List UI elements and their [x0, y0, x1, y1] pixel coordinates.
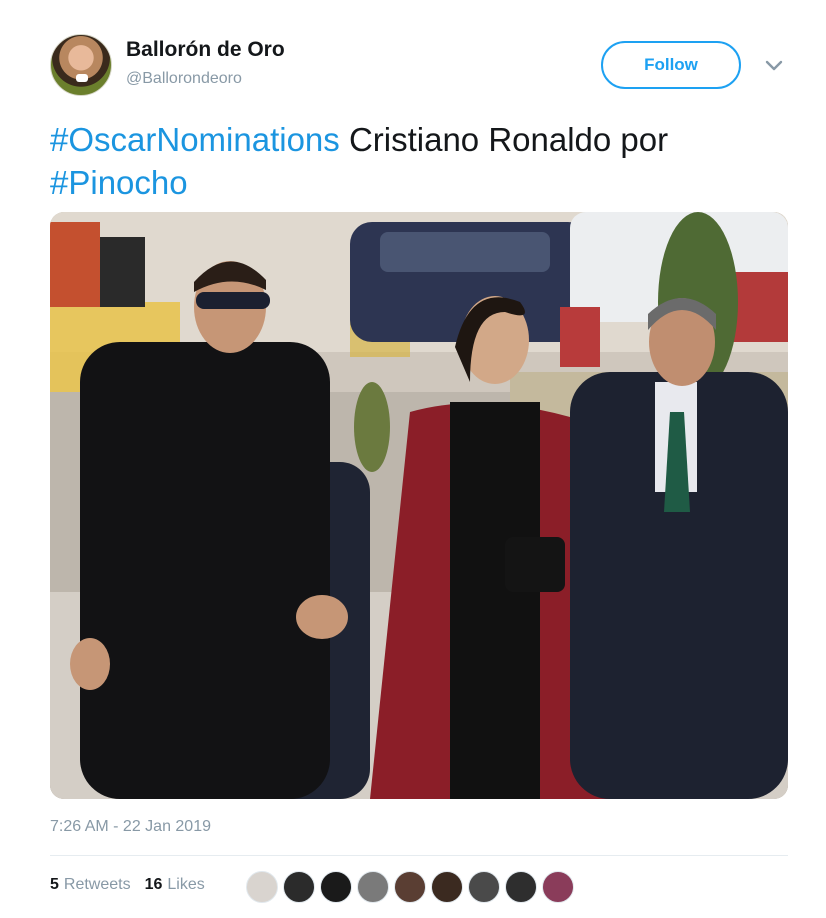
liker-avatar[interactable]: [283, 871, 315, 903]
liker-avatar[interactable]: [394, 871, 426, 903]
avatar[interactable]: [50, 34, 112, 96]
tweet-body: Cristiano Ronaldo por: [339, 121, 669, 158]
photo-image: [50, 212, 788, 799]
liker-avatar[interactable]: [468, 871, 500, 903]
hashtag-link[interactable]: #Pinocho: [50, 164, 188, 201]
divider: [50, 855, 788, 856]
liker-avatar[interactable]: [431, 871, 463, 903]
user-handle[interactable]: @Ballorondeoro: [126, 70, 242, 88]
liker-avatar[interactable]: [357, 871, 389, 903]
retweets-label: Retweets: [63, 876, 131, 893]
liker-avatar[interactable]: [246, 871, 278, 903]
tweet-photo[interactable]: [50, 212, 788, 799]
hashtag-link[interactable]: #OscarNominations: [50, 121, 340, 158]
liker-avatar[interactable]: [320, 871, 352, 903]
avatar-detail: [76, 74, 88, 82]
liker-avatars: [246, 871, 574, 903]
likes-label: Likes: [167, 876, 205, 893]
tweet-card: Ballorón de Oro @Ballorondeoro Follow #O…: [0, 0, 826, 918]
tweet-text: #OscarNominations Cristiano Ronaldo por …: [50, 118, 770, 204]
likes-count: 16: [144, 876, 163, 893]
retweets-count: 5: [50, 876, 59, 893]
retweets-stat[interactable]: 5 Retweets: [50, 876, 131, 894]
engagement-stats: 5 Retweets 16 Likes: [50, 876, 205, 894]
chevron-down-icon[interactable]: [763, 57, 785, 73]
liker-avatar[interactable]: [542, 871, 574, 903]
follow-button[interactable]: Follow: [601, 41, 741, 89]
display-name[interactable]: Ballorón de Oro: [126, 38, 285, 62]
liker-avatar[interactable]: [505, 871, 537, 903]
timestamp[interactable]: 7:26 AM - 22 Jan 2019: [50, 818, 211, 836]
likes-stat[interactable]: 16 Likes: [145, 876, 205, 894]
